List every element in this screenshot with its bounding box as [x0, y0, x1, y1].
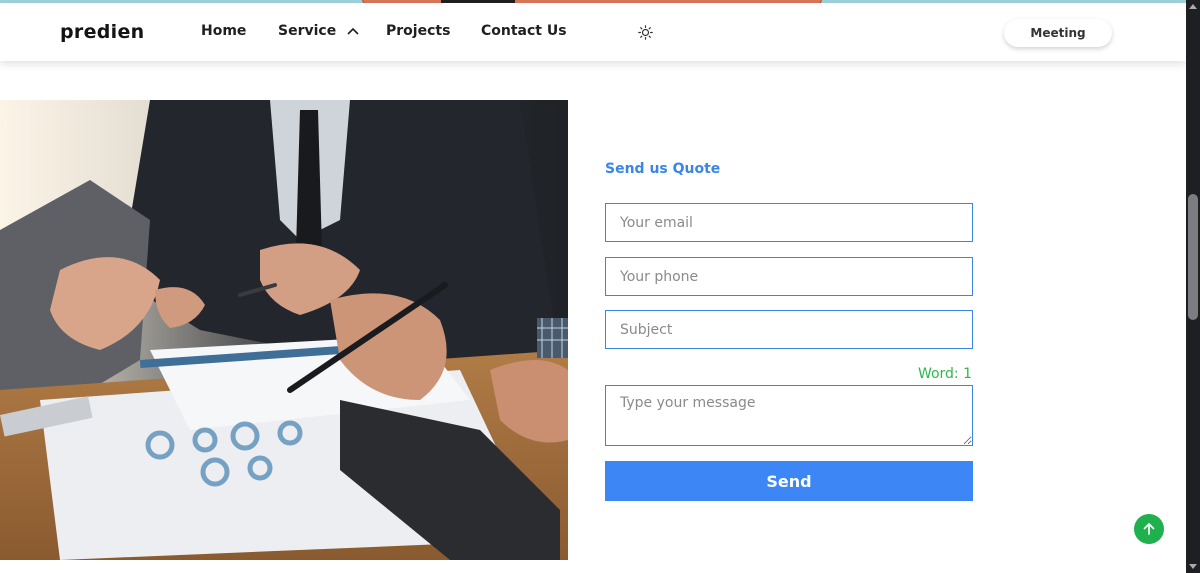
page-scrollbar[interactable]: [1186, 0, 1200, 573]
nav-home[interactable]: Home: [201, 23, 246, 39]
back-to-top-button[interactable]: [1134, 514, 1164, 544]
scroll-up-arrow[interactable]: [1189, 4, 1197, 9]
site-header: predien Home Service Projects Contact Us…: [0, 3, 1186, 61]
chevron-up-icon: [347, 27, 359, 35]
hero-photo: [0, 100, 568, 560]
form-title: Send us Quote: [605, 161, 721, 177]
message-field[interactable]: [605, 385, 973, 446]
subject-field[interactable]: [605, 310, 973, 349]
scroll-thumb[interactable]: [1188, 194, 1198, 320]
nav-service-label: Service: [278, 23, 337, 39]
meeting-button[interactable]: Meeting: [1004, 19, 1112, 47]
sun-icon: [638, 25, 653, 40]
site-logo[interactable]: predien: [60, 21, 144, 43]
arrow-up-icon: [1143, 523, 1155, 535]
nav-projects[interactable]: Projects: [386, 23, 450, 39]
business-meeting-illustration: [0, 100, 568, 560]
word-count-label: Word: 1: [917, 366, 972, 382]
email-field[interactable]: [605, 203, 973, 242]
phone-field[interactable]: [605, 257, 973, 296]
nav-service[interactable]: Service: [278, 23, 359, 39]
send-button[interactable]: Send: [605, 461, 973, 501]
scroll-down-arrow[interactable]: [1189, 564, 1197, 569]
nav-contact-us[interactable]: Contact Us: [481, 23, 567, 39]
theme-toggle-button[interactable]: [638, 25, 653, 40]
